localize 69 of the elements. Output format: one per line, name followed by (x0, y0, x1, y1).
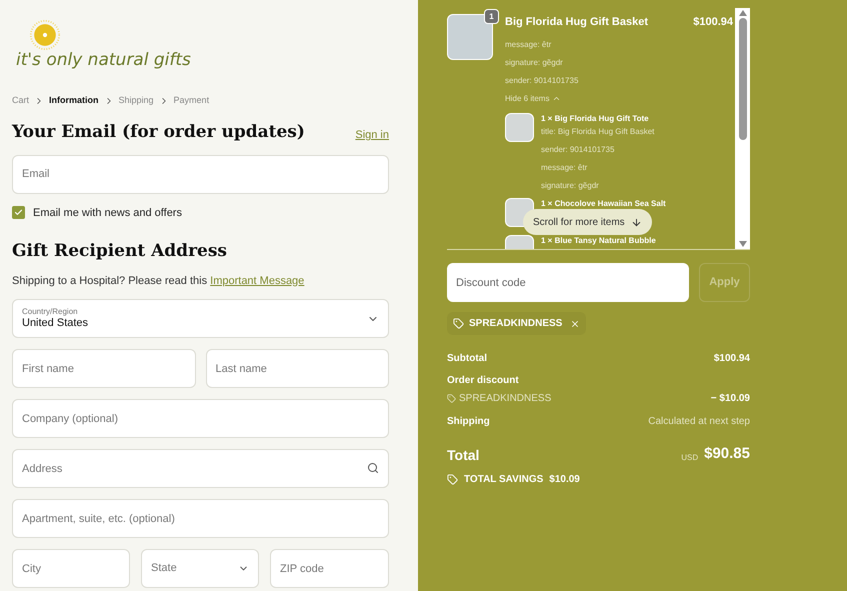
address-field[interactable]: Address (12, 449, 389, 488)
field-value: United States (22, 316, 88, 330)
bundle-item-property: message: êtr (541, 164, 588, 172)
discount-field[interactable]: Discount code (447, 263, 689, 302)
scroll-down-icon[interactable] (738, 241, 746, 247)
summary-label: Subtotal (447, 352, 487, 366)
zip-field[interactable]: ZIP code (270, 549, 389, 588)
search-icon (367, 462, 379, 474)
section-heading: Gift Recipient Address (12, 240, 228, 263)
hospital-note: Shipping to a Hospital? Please read this (12, 274, 208, 286)
product-photo-placeholder (505, 112, 534, 142)
checkbox[interactable] (12, 206, 25, 220)
scroll-hint-text: Scroll for more items (533, 216, 625, 230)
currency-code: USD (681, 452, 698, 464)
discount-code: SPREADKINDNESS (459, 392, 552, 406)
product-property: sender: 9014101735 (505, 76, 580, 84)
logo-text: it's only natural gifts (16, 52, 191, 68)
email-field[interactable]: Email (12, 154, 389, 194)
breadcrumb-link[interactable]: Payment (174, 94, 210, 108)
summary-label: Order discount (447, 374, 520, 388)
state-select[interactable]: State (141, 549, 259, 588)
bundle-item-property: sender: 9014101735 (541, 146, 616, 154)
chevron-up-icon (552, 94, 562, 103)
checkbox-label: Email me with news and offers (33, 206, 182, 220)
apartment-field[interactable]: Apartment, suite, etc. (optional) (12, 499, 389, 538)
summary-label: Shipping (447, 415, 490, 429)
tag-icon (453, 318, 464, 329)
scroll-up-icon[interactable] (738, 10, 746, 16)
field-label: Country/Region (22, 306, 79, 317)
bundle-item-name: 1 × Blue Tansy Natural Bubble (541, 234, 656, 246)
bundle-item-name: 1 × Big Florida Hug Gift Tote (541, 112, 650, 124)
last-name-field[interactable]: Last name (206, 349, 389, 388)
company-field[interactable]: Company (optional) (12, 399, 389, 438)
discount-tag-text: SPREADKINDNESS (469, 317, 562, 331)
bundle-item-property: title: Big Florida Hug Gift Basket (541, 128, 654, 136)
scrollbar-thumb[interactable] (738, 18, 746, 140)
quantity-badge: 1 (484, 9, 499, 24)
total-value: $90.85 (704, 444, 750, 464)
city-field[interactable]: City (12, 549, 130, 588)
tag-icon (447, 474, 458, 484)
tag-icon (447, 394, 456, 403)
product-name: Big Florida Hug Gift Basket (505, 15, 648, 30)
summary-value: − $10.09 (710, 392, 750, 406)
total-savings-value: $10.09 (549, 472, 580, 486)
first-name-field[interactable]: First name (12, 349, 196, 388)
sun-icon (30, 20, 60, 50)
bundle-item-property: signature: gẽgdr (541, 182, 600, 190)
scroll-hint[interactable]: Scroll for more items (523, 209, 652, 235)
arrow-down-icon (630, 216, 642, 228)
product-property: message: êtr (505, 40, 552, 48)
breadcrumb-link[interactable]: Cart (12, 94, 30, 108)
select-placeholder: State (151, 561, 177, 576)
product-price: $100.94 (693, 15, 733, 30)
product-photo-placeholder (447, 14, 493, 60)
country-select[interactable]: Country/Region United States (12, 299, 389, 338)
product-property: signature: gẽgdr (505, 58, 564, 66)
section-heading: Your Email (for order updates) (12, 121, 305, 144)
bundle-item-name: 1 × Chocolove Hawaiian Sea Salt (541, 198, 666, 210)
check-icon (14, 208, 23, 218)
sign-in-link[interactable]: Sign in (355, 127, 389, 144)
breadcrumb-link[interactable]: Shipping (118, 94, 154, 108)
close-icon[interactable] (570, 318, 580, 328)
summary-value: Calculated at next step (648, 415, 750, 429)
total-savings-label: TOTAL SAVINGS (464, 472, 544, 486)
breadcrumb-link[interactable]: Information (49, 94, 99, 108)
total-label: Total (447, 446, 480, 464)
summary-value: $100.94 (714, 352, 750, 366)
important-message-link[interactable]: Important Message (210, 274, 304, 286)
hide-items-toggle[interactable]: Hide 6 items (505, 92, 733, 104)
